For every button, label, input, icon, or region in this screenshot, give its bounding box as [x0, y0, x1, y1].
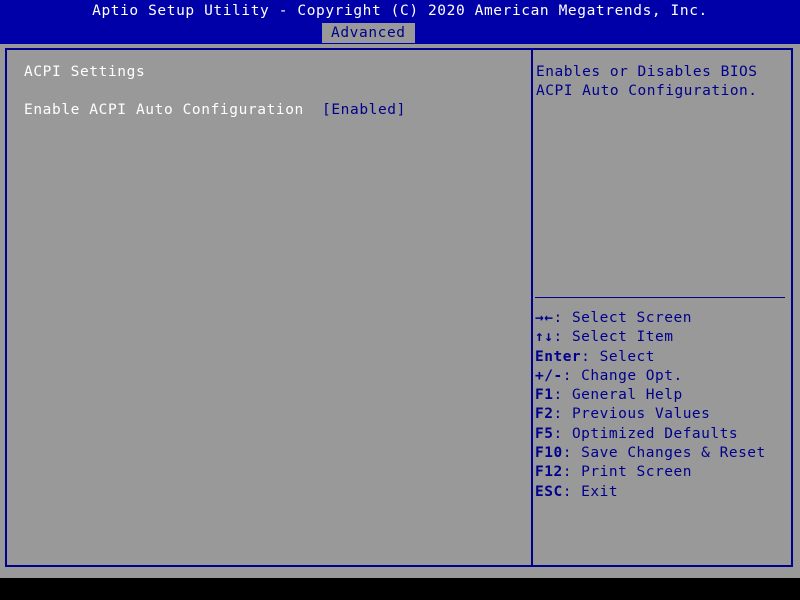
- settings-pane: ACPI Settings Enable ACPI Auto Configura…: [7, 50, 531, 565]
- legend-separator: :: [553, 406, 572, 423]
- legend-action: Select Screen: [571, 310, 692, 326]
- help-description: Enables or Disables BIOS ACPI Auto Confi…: [536, 64, 758, 100]
- legend-action: Print Screen: [581, 464, 692, 481]
- f12-key-icon: F12: [535, 464, 563, 481]
- legend-line: F2: Previous Values: [535, 405, 787, 424]
- legend-action: Save Changes & Reset: [581, 445, 766, 462]
- tab-advanced[interactable]: Advanced: [322, 23, 415, 43]
- legend-line: +/-: Change Opt.: [535, 367, 787, 386]
- legend-line: ESC: Exit: [535, 483, 787, 502]
- legend-action: Previous Values: [571, 406, 711, 423]
- legend-separator: :: [553, 329, 572, 346]
- legend-separator: :: [562, 464, 582, 481]
- esc-key-icon: ESC: [535, 483, 563, 500]
- left-right-arrow-icon: →←: [535, 310, 554, 326]
- legend-action: Optimized Defaults: [571, 425, 739, 442]
- legend-separator: :: [553, 425, 572, 442]
- legend-separator: :: [562, 367, 582, 384]
- legend-line: F1: General Help: [535, 386, 787, 405]
- legend-separator: :: [562, 483, 582, 500]
- legend-line: F5: Optimized Defaults: [535, 425, 787, 444]
- f10-key-icon: F10: [535, 445, 563, 462]
- bios-setup-screen: Aptio Setup Utility - Copyright (C) 2020…: [0, 0, 800, 600]
- legend-line: F12: Print Screen: [535, 463, 787, 482]
- setting-row-enable-acpi-auto-configuration[interactable]: Enable ACPI Auto Configuration [Enabled]: [7, 102, 531, 122]
- setting-value-enabled[interactable]: [Enabled]: [322, 102, 406, 118]
- legend-line: F10: Save Changes & Reset: [535, 444, 787, 463]
- help-divider: [535, 297, 785, 298]
- legend-line: ↑↓: Select Item: [535, 328, 787, 347]
- title-bar: Aptio Setup Utility - Copyright (C) 2020…: [0, 0, 800, 22]
- enter-key-icon: Enter: [535, 348, 582, 365]
- legend-action: Change Opt.: [581, 367, 683, 384]
- legend-action: General Help: [571, 387, 683, 404]
- setting-label: Enable ACPI Auto Configuration: [24, 102, 304, 118]
- key-legend: →←: Select Screen ↑↓: Select Item Enter: S…: [535, 309, 787, 502]
- help-pane: Enables or Disables BIOS ACPI Auto Confi…: [533, 50, 791, 565]
- up-down-arrow-icon: ↑↓: [535, 329, 554, 346]
- plus-minus-key-icon: +/-: [535, 367, 563, 384]
- legend-action: Select Item: [571, 329, 674, 346]
- f1-key-icon: F1: [535, 387, 554, 404]
- legend-line: →←: Select Screen: [535, 309, 787, 328]
- legend-separator: :: [553, 387, 572, 404]
- f5-key-icon: F5: [535, 425, 554, 442]
- legend-action: Select: [599, 348, 656, 365]
- window-title: Aptio Setup Utility - Copyright (C) 2020…: [92, 3, 708, 19]
- legend-separator: :: [581, 348, 600, 365]
- legend-action: Exit: [581, 483, 619, 500]
- legend-line: Enter: Select: [535, 348, 787, 367]
- settings-group-title: ACPI Settings: [24, 64, 146, 80]
- legend-separator: :: [553, 310, 572, 326]
- f2-key-icon: F2: [535, 406, 554, 423]
- legend-separator: :: [562, 445, 582, 462]
